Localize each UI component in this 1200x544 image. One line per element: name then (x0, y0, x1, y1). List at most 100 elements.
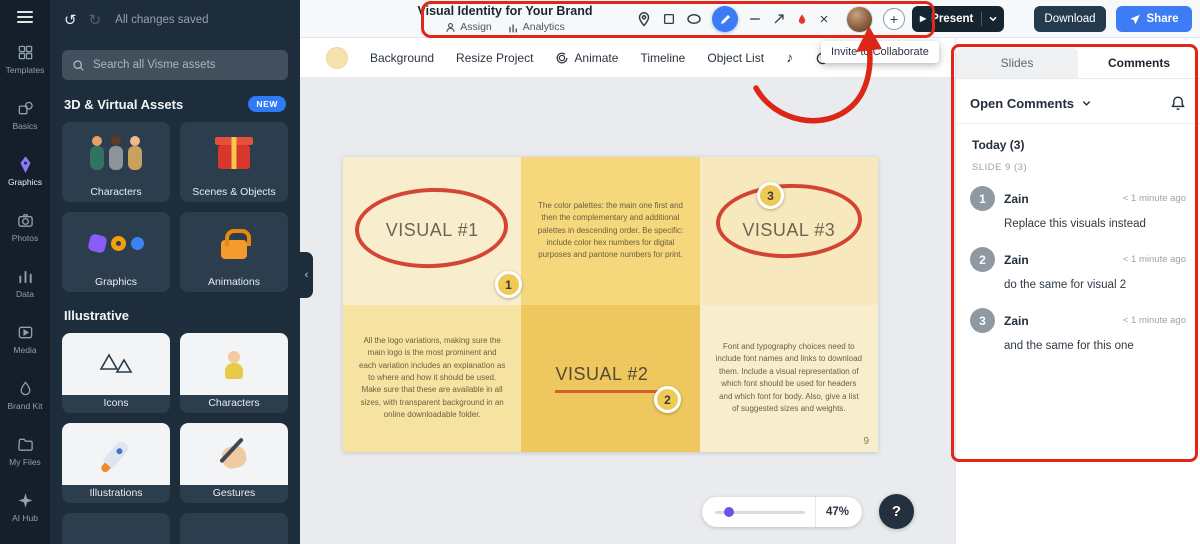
slide-panel-color-palettes[interactable]: The color palettes: the main one first a… (521, 157, 700, 305)
comment-text: Replace this visuals instead (1004, 218, 1146, 230)
asset-card-animations[interactable]: Animations (180, 212, 288, 292)
comment-pin-3[interactable]: 3 (757, 182, 784, 209)
sidebar-item-data[interactable]: Data (0, 255, 50, 311)
line-tool-button[interactable] (748, 12, 762, 26)
asset-card-grid: Characters Scenes & Objects Graphics Ani… (62, 122, 288, 292)
notifications-bell-button[interactable] (1170, 95, 1186, 111)
sidebar-item-media[interactable]: Media (0, 311, 50, 367)
sidebar-item-graphics[interactable]: Graphics (0, 143, 50, 199)
visual2-text[interactable]: VISUAL #2 (555, 364, 648, 384)
slide-canvas[interactable]: VISUAL #1 The color palettes: the main o… (343, 157, 878, 452)
chevron-down-icon (1082, 100, 1091, 106)
comment-pin-2[interactable]: 2 (654, 386, 681, 413)
comment-number-badge: 3 (970, 308, 995, 333)
comment-number-badge: 2 (970, 247, 995, 272)
comment-item-3[interactable]: 3 Zain < 1 minute ago and the same for t… (956, 299, 1200, 360)
asset-card-grid: Icons Characters Illustrations Gestures (62, 333, 288, 503)
sidebar-item-brand-kit[interactable]: Brand Kit (0, 367, 50, 423)
animate-button[interactable]: Animate (555, 51, 618, 65)
project-title-block[interactable]: Visual Identity for Your Brand Assign An… (405, 4, 605, 33)
slide-panel-typography[interactable]: Font and typography choices need to incl… (699, 304, 878, 452)
analytics-label: Analytics (522, 21, 565, 33)
sidebar-item-my-files[interactable]: My Files (0, 423, 50, 479)
section-title: Illustrative (64, 308, 130, 323)
rectangle-tool-button[interactable] (662, 12, 676, 26)
download-label: Download (1044, 13, 1096, 25)
menu-icon[interactable] (17, 11, 33, 23)
typography-text[interactable]: Font and typography choices need to incl… (700, 341, 878, 415)
project-title[interactable]: Visual Identity for Your Brand (405, 4, 605, 18)
search-input[interactable] (93, 59, 278, 71)
user-avatar[interactable] (846, 5, 873, 33)
panel-collapse-handle[interactable]: ‹ (300, 252, 313, 298)
zoom-value[interactable]: 47% (814, 497, 849, 527)
comment-pin-1[interactable]: 1 (495, 271, 522, 298)
object-list-button[interactable]: Object List (707, 51, 764, 65)
pen-tool-button-active[interactable] (712, 6, 738, 32)
resize-project-button[interactable]: Resize Project (456, 51, 533, 65)
slide-page-number: 9 (863, 436, 869, 447)
background-color-swatch[interactable] (326, 46, 348, 69)
sidebar-item-basics[interactable]: Basics (0, 87, 50, 143)
asset-card-scenes-objects[interactable]: Scenes & Objects (180, 122, 288, 202)
visual3-text[interactable]: VISUAL #3 (742, 220, 835, 241)
help-button[interactable]: ? (879, 494, 914, 529)
redo-button[interactable]: ↻ (89, 11, 102, 29)
decorative-shape (128, 146, 142, 170)
line-icon (750, 18, 760, 20)
ellipse-tool-button[interactable] (686, 11, 702, 27)
sidebar-item-photos[interactable]: Photos (0, 199, 50, 255)
undo-button[interactable]: ↺ (64, 11, 77, 29)
download-button[interactable]: Download (1034, 6, 1106, 32)
present-main[interactable]: ▶ Present (912, 13, 981, 25)
tab-slides[interactable]: Slides (956, 48, 1078, 78)
slide-panel-visual3[interactable]: VISUAL #3 (699, 157, 878, 305)
timeline-button[interactable]: Timeline (640, 51, 685, 65)
audio-button[interactable]: ♪ (786, 49, 793, 67)
asset-card[interactable] (62, 513, 170, 544)
close-annotation-button[interactable] (818, 13, 830, 25)
comments-group-slide: SLIDE 9 (3) (972, 162, 1028, 173)
assign-button[interactable]: Assign (445, 21, 492, 33)
present-button[interactable]: ▶ Present (912, 6, 1005, 32)
color-palettes-text[interactable]: The color palettes: the main one first a… (521, 200, 699, 262)
asset-card-label: Illustrations (89, 487, 143, 499)
asset-card-characters-illustrative[interactable]: Characters (180, 333, 288, 413)
slide-panel-visual2[interactable]: VISUAL #2 (521, 304, 700, 452)
invite-collaborator-button[interactable]: + (883, 8, 905, 30)
asset-card-icons[interactable]: Icons (62, 333, 170, 413)
logo-variations-text[interactable]: All the logo variations, making sure the… (343, 335, 521, 422)
tab-comments[interactable]: Comments (1078, 48, 1200, 78)
present-dropdown-button[interactable] (982, 14, 1004, 24)
zoom-slider[interactable] (715, 507, 805, 517)
asset-card-label: Icons (103, 397, 129, 409)
brand-kit-icon (20, 380, 30, 395)
background-label: Background (370, 50, 435, 65)
decorative-shape (219, 443, 249, 471)
bell-icon (1171, 96, 1185, 110)
analytics-button[interactable]: Analytics (508, 21, 565, 33)
zoom-slider-handle[interactable] (723, 507, 734, 517)
color-tool-button[interactable] (796, 12, 808, 26)
asset-card[interactable] (180, 513, 288, 544)
background-button[interactable]: Background (370, 51, 434, 65)
asset-card-illustrations[interactable]: Illustrations (62, 423, 170, 503)
slide-panel-logo-variations[interactable]: All the logo variations, making sure the… (343, 304, 522, 452)
sidebar-item-ai-hub[interactable]: AI Hub (0, 479, 50, 535)
search-bar[interactable] (62, 50, 288, 80)
sidebar-item-templates[interactable]: Templates (0, 31, 50, 87)
visual1-text[interactable]: VISUAL #1 (386, 220, 479, 241)
animate-label: Animate (574, 50, 619, 65)
arrow-tool-button[interactable] (772, 12, 786, 26)
comments-filter-dropdown[interactable]: Open Comments (956, 79, 1200, 124)
pin-tool-button[interactable] (636, 11, 652, 27)
asset-card-characters-3d[interactable]: Characters (62, 122, 170, 202)
share-button[interactable]: Share (1116, 6, 1192, 32)
comment-item-1[interactable]: 1 Zain < 1 minute ago Replace this visua… (956, 177, 1200, 238)
comment-timestamp: < 1 minute ago (1122, 254, 1186, 265)
asset-card-gestures[interactable]: Gestures (180, 423, 288, 503)
asset-card-graphics-3d[interactable]: Graphics (62, 212, 170, 292)
zoom-control[interactable]: 47% (702, 497, 862, 527)
share-label: Share (1146, 13, 1179, 25)
comment-item-2[interactable]: 2 Zain < 1 minute ago do the same for vi… (956, 238, 1200, 299)
